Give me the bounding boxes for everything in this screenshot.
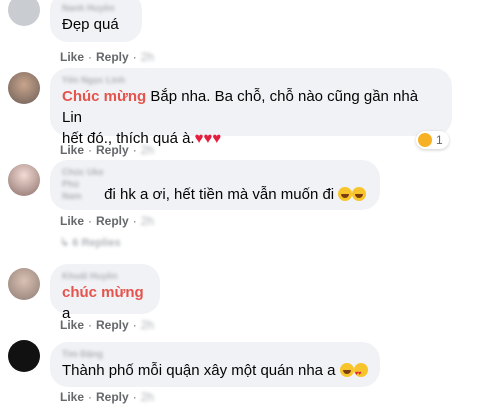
comment-actions: Like · Reply · 2h <box>60 214 155 228</box>
comment-text: Thành phố mỗi quận xây một quán nha a <box>62 362 336 379</box>
heart-eyes-emoji-icon <box>353 363 368 385</box>
reply-button[interactable]: Reply <box>96 143 129 157</box>
reaction-summary[interactable]: 1 <box>416 131 449 149</box>
comment-time[interactable]: 2h <box>141 318 154 332</box>
reply-button[interactable]: Reply <box>96 318 129 332</box>
comment-actions: Like · Reply · 2h <box>60 318 155 332</box>
comment-bubble: Nanh Huyền Đẹp quá <box>50 0 142 42</box>
view-replies-link[interactable]: ↳ 6 Replies <box>60 236 121 249</box>
tag-chuc-mung[interactable]: chúc mừng <box>62 284 144 301</box>
comment-author[interactable]: Khuất Huyền <box>62 270 148 282</box>
comment-bubble: Chúc Uke Phú Nam đi hk a ơi, hết tiền mà… <box>50 160 380 210</box>
avatar[interactable] <box>8 72 40 104</box>
care-reaction-icon <box>418 133 432 147</box>
comment-bubble: Yến Ngọc Linh Chúc mừng Bắp nha. Ba chỗ,… <box>50 68 452 147</box>
laughing-emoji-icon <box>338 187 353 201</box>
comment-bubble: Khuất Huyền chúc mừng a <box>50 264 160 322</box>
comment-time[interactable]: 2h <box>141 390 154 404</box>
like-button[interactable]: Like <box>60 50 84 64</box>
avatar[interactable] <box>8 164 40 196</box>
laughing-emoji-icon <box>352 187 367 201</box>
like-button[interactable]: Like <box>60 390 84 404</box>
comment-author[interactable]: Nanh Huyền <box>62 2 130 14</box>
reply-button[interactable]: Reply <box>96 214 129 228</box>
comment-text: đi hk a ơi, hết tiền mà vẫn muốn đi <box>104 186 335 203</box>
comment-author[interactable]: Chúc Uke <box>62 166 368 178</box>
like-button[interactable]: Like <box>60 143 84 157</box>
like-button[interactable]: Like <box>60 318 84 332</box>
comment-time[interactable]: 2h <box>141 50 154 64</box>
comment-time[interactable]: 2h <box>141 214 154 228</box>
reply-button[interactable]: Reply <box>96 50 129 64</box>
comment-text-line-1: Chúc mừng Bắp nha. Ba chỗ, chỗ nào cũng … <box>62 86 440 128</box>
comment-time[interactable]: 2h <box>141 143 154 157</box>
comment-bubble: Tim Đặng Thành phố mỗi quận xây một quán… <box>50 342 380 387</box>
comment-text-line: Thành phố mỗi quận xây một quán nha a <box>62 360 368 385</box>
avatar[interactable] <box>8 0 40 26</box>
comment-actions: Like · Reply · 2h <box>60 50 155 64</box>
comment-author[interactable]: Tim Đặng <box>62 348 368 360</box>
reply-button[interactable]: Reply <box>96 390 129 404</box>
laughing-emoji-icon <box>339 363 354 377</box>
heart-emoji-icon: ♥♥♥ <box>194 130 222 147</box>
comment-author-line-2[interactable]: Phú Nam <box>62 178 100 201</box>
comment-text: Đẹp quá <box>62 16 119 33</box>
avatar[interactable] <box>8 340 40 372</box>
reaction-count: 1 <box>436 133 443 147</box>
comment-author[interactable]: Yến Ngọc Linh <box>62 74 440 86</box>
like-button[interactable]: Like <box>60 214 84 228</box>
comment-text-line: Phú Nam đi hk a ơi, hết tiền mà vẫn muốn… <box>62 178 368 205</box>
avatar[interactable] <box>8 268 40 300</box>
tag-chuc-mung[interactable]: Chúc mừng <box>62 88 146 105</box>
comment-actions: Like · Reply · 2h <box>60 143 155 157</box>
comment-actions: Like · Reply · 2h <box>60 390 155 404</box>
